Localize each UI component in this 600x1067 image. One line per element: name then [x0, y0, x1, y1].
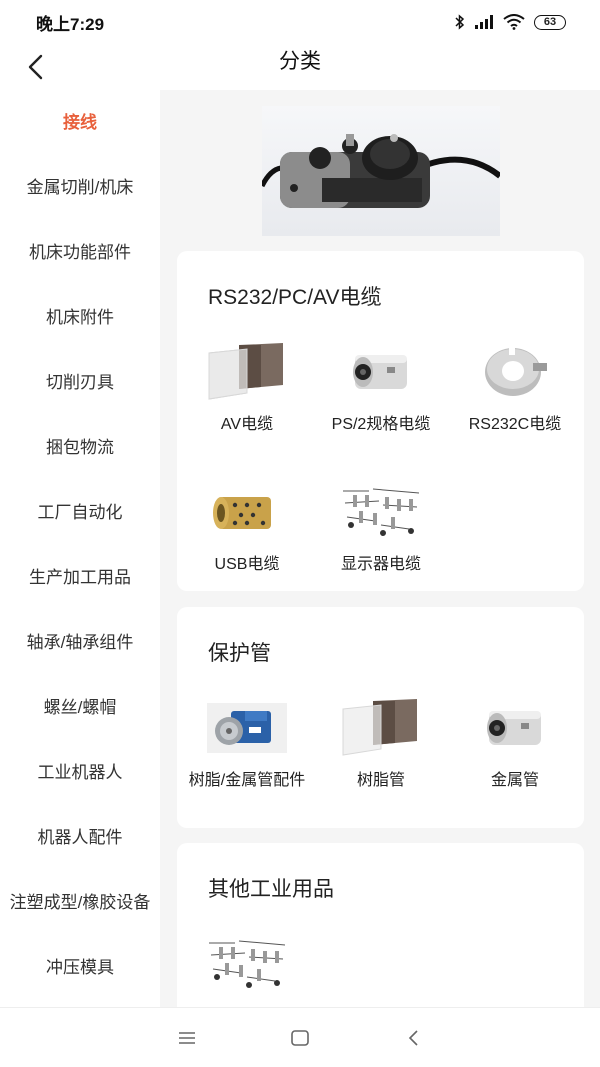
category-content: RS232/PC/AV电缆 AV电缆 PS/2规格电缆 RS232C电缆 USB… — [160, 90, 600, 1007]
product-label: RS232C电缆 — [468, 416, 562, 433]
product-label: 显示器电缆 — [340, 556, 421, 573]
section-title: 保护管 — [208, 642, 271, 665]
sidebar-item-production-supplies[interactable]: 生产加工用品 — [0, 545, 160, 610]
header: 分类 — [0, 44, 600, 90]
shaft-collar-icon — [473, 341, 557, 403]
sidebar-item-stamping-dies[interactable]: 冲压模具 — [0, 935, 160, 1000]
product-item[interactable]: PS/2规格电缆 — [313, 341, 449, 435]
servo-motor-icon — [205, 697, 289, 759]
section-title: RS232/PC/AV电缆 — [208, 286, 382, 309]
nav-back-icon — [409, 1029, 418, 1046]
sidebar-item-machine-parts[interactable]: 机床功能部件 — [0, 220, 160, 285]
category-sidebar: 接线 金属切削/机床 机床功能部件 机床附件 切削刃具 捆包物流 工厂自动化 生… — [0, 90, 160, 1007]
product-label: PS/2规格电缆 — [331, 416, 431, 433]
sidebar-item-bearings[interactable]: 轴承/轴承组件 — [0, 610, 160, 675]
sidebar-item-robot-accessories[interactable]: 机器人配件 — [0, 805, 160, 870]
sidebar-item-industrial-robots[interactable]: 工业机器人 — [0, 740, 160, 805]
bluetooth-icon — [455, 14, 465, 30]
status-time: 晚上7:29 — [36, 14, 105, 34]
sensor-cables-icon — [205, 933, 289, 995]
sidebar-item-cutting-tools[interactable]: 切削刃具 — [0, 350, 160, 415]
product-label: 树脂管 — [356, 772, 405, 789]
sidebar-item-packaging-logistics[interactable]: 捆包物流 — [0, 415, 160, 480]
product-label: AV电缆 — [220, 416, 274, 433]
product-item[interactable]: AV电缆 — [179, 341, 315, 435]
home-square-icon — [291, 1029, 309, 1046]
product-label: 金属管 — [490, 772, 539, 789]
product-label: 树脂/金属管配件 — [188, 772, 306, 789]
product-item[interactable]: 树脂/金属管配件 — [179, 697, 315, 791]
product-item[interactable] — [179, 933, 315, 1007]
section-card-protective-tubes: 保护管 树脂/金属管配件 树脂管 金属管 — [177, 607, 584, 828]
nav-back-button[interactable] — [393, 1018, 433, 1058]
sidebar-item-factory-automation[interactable]: 工厂自动化 — [0, 480, 160, 545]
section-title: 其他工业用品 — [208, 878, 334, 901]
sidebar-item-injection-molding[interactable]: 注塑成型/橡胶设备 — [0, 870, 160, 935]
sensor-cables-icon — [339, 481, 423, 543]
product-item[interactable]: 树脂管 — [313, 697, 449, 791]
menu-icon — [178, 1031, 195, 1044]
product-label: USB电缆 — [214, 556, 280, 573]
nav-menu-button[interactable] — [167, 1018, 207, 1058]
category-banner[interactable] — [259, 106, 502, 236]
sidebar-item-wiring[interactable]: 接线 — [0, 90, 160, 155]
acrylic-cover-icon — [339, 697, 423, 759]
section-card-cables: RS232/PC/AV电缆 AV电缆 PS/2规格电缆 RS232C电缆 USB… — [177, 251, 584, 591]
product-item[interactable]: 金属管 — [447, 697, 583, 791]
nav-home-button[interactable] — [280, 1018, 320, 1058]
sidebar-item-machine-accessories[interactable]: 机床附件 — [0, 285, 160, 350]
status-bar: 晚上7:29 63 — [0, 0, 600, 44]
product-item[interactable]: USB电缆 — [179, 481, 315, 575]
system-navigation-bar — [0, 1007, 600, 1067]
status-icons: 63 — [455, 14, 566, 30]
product-item[interactable]: 显示器电缆 — [313, 481, 449, 575]
page-title: 分类 — [279, 50, 321, 73]
bushing-icon — [205, 481, 289, 543]
linear-bearing-icon — [339, 341, 423, 403]
cellular-signal-icon — [475, 15, 493, 29]
wifi-icon — [503, 14, 525, 30]
sidebar-item-screws-nuts[interactable]: 螺丝/螺帽 — [0, 675, 160, 740]
battery-indicator: 63 — [534, 14, 566, 30]
product-item[interactable]: RS232C电缆 — [447, 341, 583, 435]
acrylic-cover-icon — [205, 341, 289, 403]
handwheel-pendant-image — [259, 134, 502, 208]
section-card-other-industrial: 其他工业用品 — [177, 843, 584, 1007]
sidebar-item-metal-cutting[interactable]: 金属切削/机床 — [0, 155, 160, 220]
linear-bearing-icon — [473, 697, 557, 759]
